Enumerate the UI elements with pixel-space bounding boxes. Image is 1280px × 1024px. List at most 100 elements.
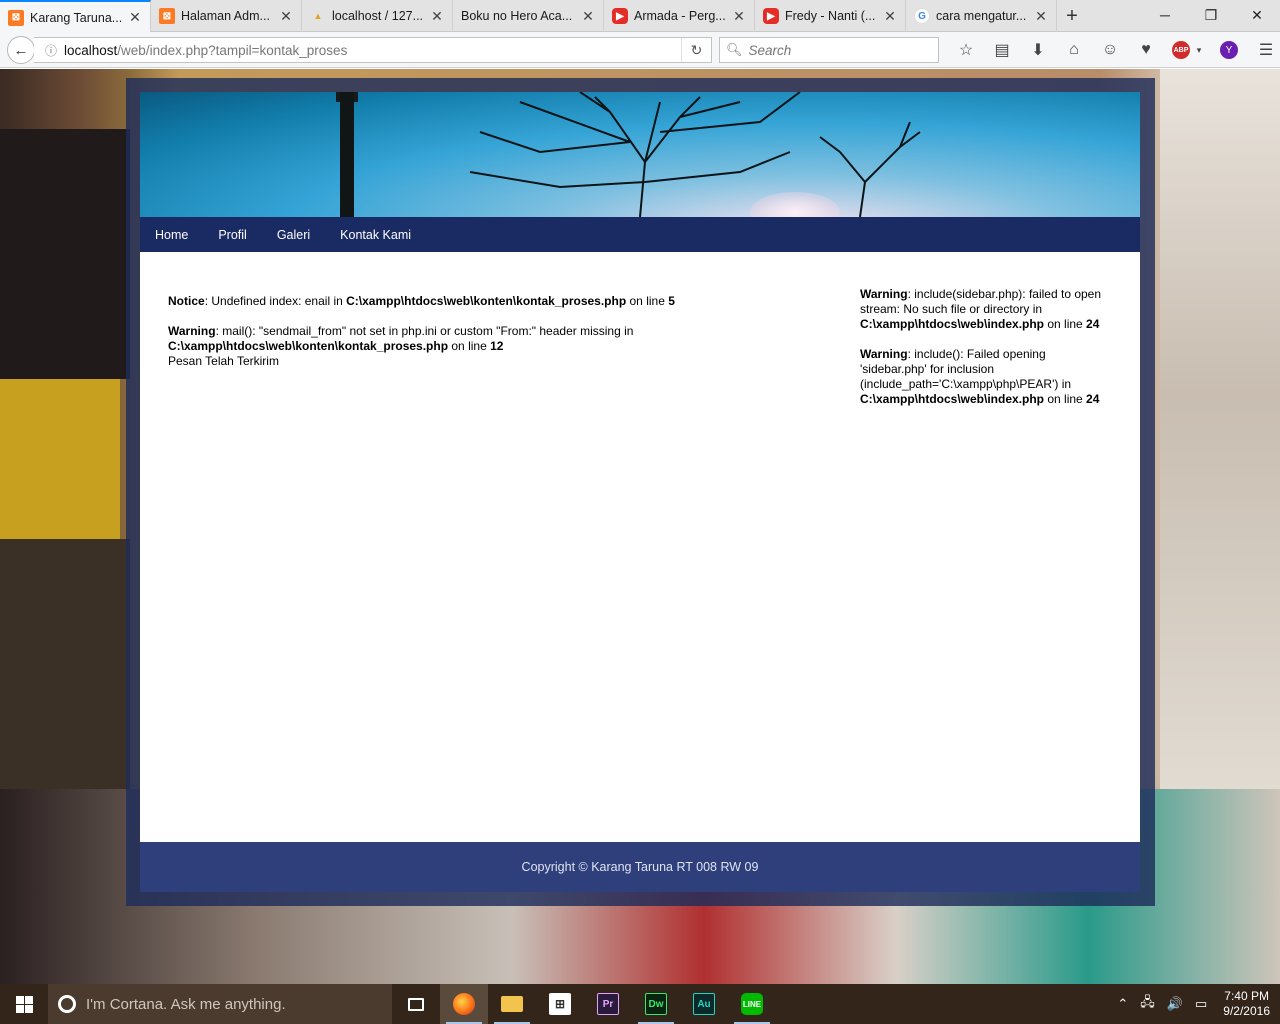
action-center-icon[interactable]: ▭ [1189, 996, 1213, 1012]
background-photo [0, 539, 130, 789]
google-icon: G [914, 8, 930, 24]
php-warning: Warning: mail(): "sendmail_from" not set… [168, 324, 634, 353]
system-clock[interactable]: 7:40 PM 9/2/2016 [1213, 989, 1280, 1019]
page-viewport: Home Profil Galeri Kontak Kami Notice: U… [0, 69, 1280, 984]
browser-tab[interactable]: ▲ localhost / 127... ✕ [302, 0, 453, 32]
restore-icon[interactable]: ❐ [1188, 0, 1234, 30]
close-tab-icon[interactable]: ✕ [430, 8, 444, 25]
browser-tab[interactable]: ▶ Fredy - Nanti (... ✕ [755, 0, 906, 32]
premiere-taskbar-button[interactable]: Pr [584, 984, 632, 1024]
youtube-icon: ▶ [612, 8, 628, 24]
dreamweaver-taskbar-button[interactable]: Dw [632, 984, 680, 1024]
store-taskbar-button[interactable]: ⊞ [536, 984, 584, 1024]
audition-taskbar-button[interactable]: Au [680, 984, 728, 1024]
bookmark-star-icon[interactable]: ☆ [948, 36, 984, 64]
browser-toolbar: ← ⓘ localhost/web/index.php?tampil=konta… [0, 32, 1280, 68]
profile-avatar-icon[interactable]: Y [1220, 41, 1238, 59]
premiere-icon: Pr [597, 993, 619, 1015]
chevron-down-icon[interactable]: ▾ [1194, 36, 1204, 64]
php-warning: Warning: include(sidebar.php): failed to… [860, 287, 1102, 331]
php-notice: Notice: Undefined index: enail in C:\xam… [168, 294, 675, 308]
menu-kontak-kami[interactable]: Kontak Kami [340, 228, 411, 242]
adblock-plus-icon[interactable]: ABP [1172, 41, 1190, 59]
main-column: Notice: Undefined index: enail in C:\xam… [168, 294, 828, 369]
php-warning: Warning: include(): Failed opening 'side… [860, 347, 1100, 406]
content-area: Notice: Undefined index: enail in C:\xam… [140, 252, 1140, 842]
browser-tab-strip: ⊠ Karang Taruna... ✕ ⊠ Halaman Adm... ✕ … [0, 0, 1280, 33]
reload-icon[interactable]: ↻ [681, 38, 711, 62]
emoji-icon[interactable]: ☺ [1092, 36, 1128, 64]
browser-tab[interactable]: ⊠ Karang Taruna... ✕ [0, 0, 151, 33]
close-tab-icon[interactable]: ✕ [1034, 8, 1048, 25]
close-tab-icon[interactable]: ✕ [581, 8, 595, 25]
cortana-icon [58, 995, 76, 1013]
info-icon[interactable]: ⓘ [38, 42, 64, 59]
youtube-icon: ▶ [763, 8, 779, 24]
hamburger-menu-icon[interactable]: ☰ [1248, 36, 1280, 64]
menu-home[interactable]: Home [155, 228, 188, 242]
search-bar[interactable]: 🔍︎ [719, 37, 939, 63]
tab-title: Halaman Adm... [181, 9, 270, 23]
background-photo [0, 129, 130, 379]
minimize-icon[interactable]: ─ [1142, 0, 1188, 30]
tab-title: localhost / 127... [332, 9, 424, 23]
volume-icon[interactable]: 🔊 [1161, 996, 1189, 1012]
phpmyadmin-icon: ▲ [313, 11, 323, 21]
close-tab-icon[interactable]: ✕ [732, 8, 746, 25]
search-input[interactable] [748, 42, 929, 58]
site-footer: Copyright © Karang Taruna RT 008 RW 09 [140, 842, 1140, 892]
close-tab-icon[interactable]: ✕ [883, 8, 897, 25]
xampp-icon: ⊠ [8, 9, 24, 26]
system-tray: ⌃ 🖧 🔊 ▭ 7:40 PM 9/2/2016 [1111, 984, 1280, 1024]
dreamweaver-icon: Dw [645, 993, 667, 1015]
audition-icon: Au [693, 993, 715, 1015]
windows-taskbar: I'm Cortana. Ask me anything. ⊞ Pr Dw Au… [0, 984, 1280, 1024]
browser-tab[interactable]: ▶ Armada - Perg... ✕ [604, 0, 755, 32]
task-view-button[interactable] [392, 984, 440, 1024]
browser-tab[interactable]: Boku no Hero Aca... ✕ [453, 0, 604, 32]
cortana-placeholder: I'm Cortana. Ask me anything. [86, 995, 286, 1013]
firefox-taskbar-button[interactable] [440, 984, 488, 1024]
background-photo [1160, 69, 1280, 789]
new-tab-icon[interactable]: + [1057, 0, 1087, 32]
sidebar-column: Warning: include(sidebar.php): failed to… [860, 287, 1115, 422]
close-tab-icon[interactable]: ✕ [279, 8, 293, 25]
back-arrow-icon[interactable]: ← [7, 36, 35, 64]
window-controls: ─ ❐ ✕ [1142, 0, 1280, 30]
cortana-search-box[interactable]: I'm Cortana. Ask me anything. [48, 984, 392, 1024]
xampp-icon: ⊠ [159, 8, 175, 24]
firefox-icon [453, 993, 475, 1015]
search-icon: 🔍︎ [726, 42, 743, 57]
browser-tab[interactable]: ⊠ Halaman Adm... ✕ [151, 0, 302, 32]
home-icon[interactable]: ⌂ [1056, 36, 1092, 64]
line-icon: LINE [741, 993, 763, 1015]
chevron-up-icon[interactable]: ⌃ [1111, 996, 1134, 1012]
tab-title: Fredy - Nanti (... [785, 9, 876, 23]
line-taskbar-button[interactable]: LINE [728, 984, 776, 1024]
pocket-icon[interactable]: ♥ [1128, 36, 1164, 64]
tab-title: Karang Taruna... [30, 10, 123, 25]
file-explorer-taskbar-button[interactable] [488, 984, 536, 1024]
browser-tab[interactable]: G cara mengatur... ✕ [906, 0, 1057, 32]
site-menu: Home Profil Galeri Kontak Kami [140, 217, 1140, 252]
background-photo [0, 379, 120, 539]
tab-title: Armada - Perg... [634, 9, 726, 23]
task-view-icon [408, 997, 424, 1011]
download-icon[interactable]: ⬇ [1020, 36, 1056, 64]
url-text[interactable]: localhost/web/index.php?tampil=kontak_pr… [64, 43, 681, 58]
store-icon: ⊞ [549, 993, 571, 1015]
reading-list-icon[interactable]: ▤ [984, 36, 1020, 64]
network-icon[interactable]: 🖧 [1134, 993, 1161, 1015]
url-bar[interactable]: ⓘ localhost/web/index.php?tampil=kontak_… [34, 37, 712, 63]
tab-title: cara mengatur... [936, 9, 1027, 23]
tab-title: Boku no Hero Aca... [461, 9, 573, 23]
close-window-icon[interactable]: ✕ [1234, 0, 1280, 30]
menu-profil[interactable]: Profil [218, 228, 246, 242]
success-message: Pesan Telah Terkirim [168, 354, 279, 368]
tree-silhouette [469, 92, 921, 217]
site-header-banner [140, 92, 1140, 217]
file-explorer-icon [501, 996, 523, 1012]
close-tab-icon[interactable]: ✕ [128, 9, 142, 26]
menu-galeri[interactable]: Galeri [277, 228, 310, 242]
windows-start-icon[interactable] [0, 984, 48, 1024]
